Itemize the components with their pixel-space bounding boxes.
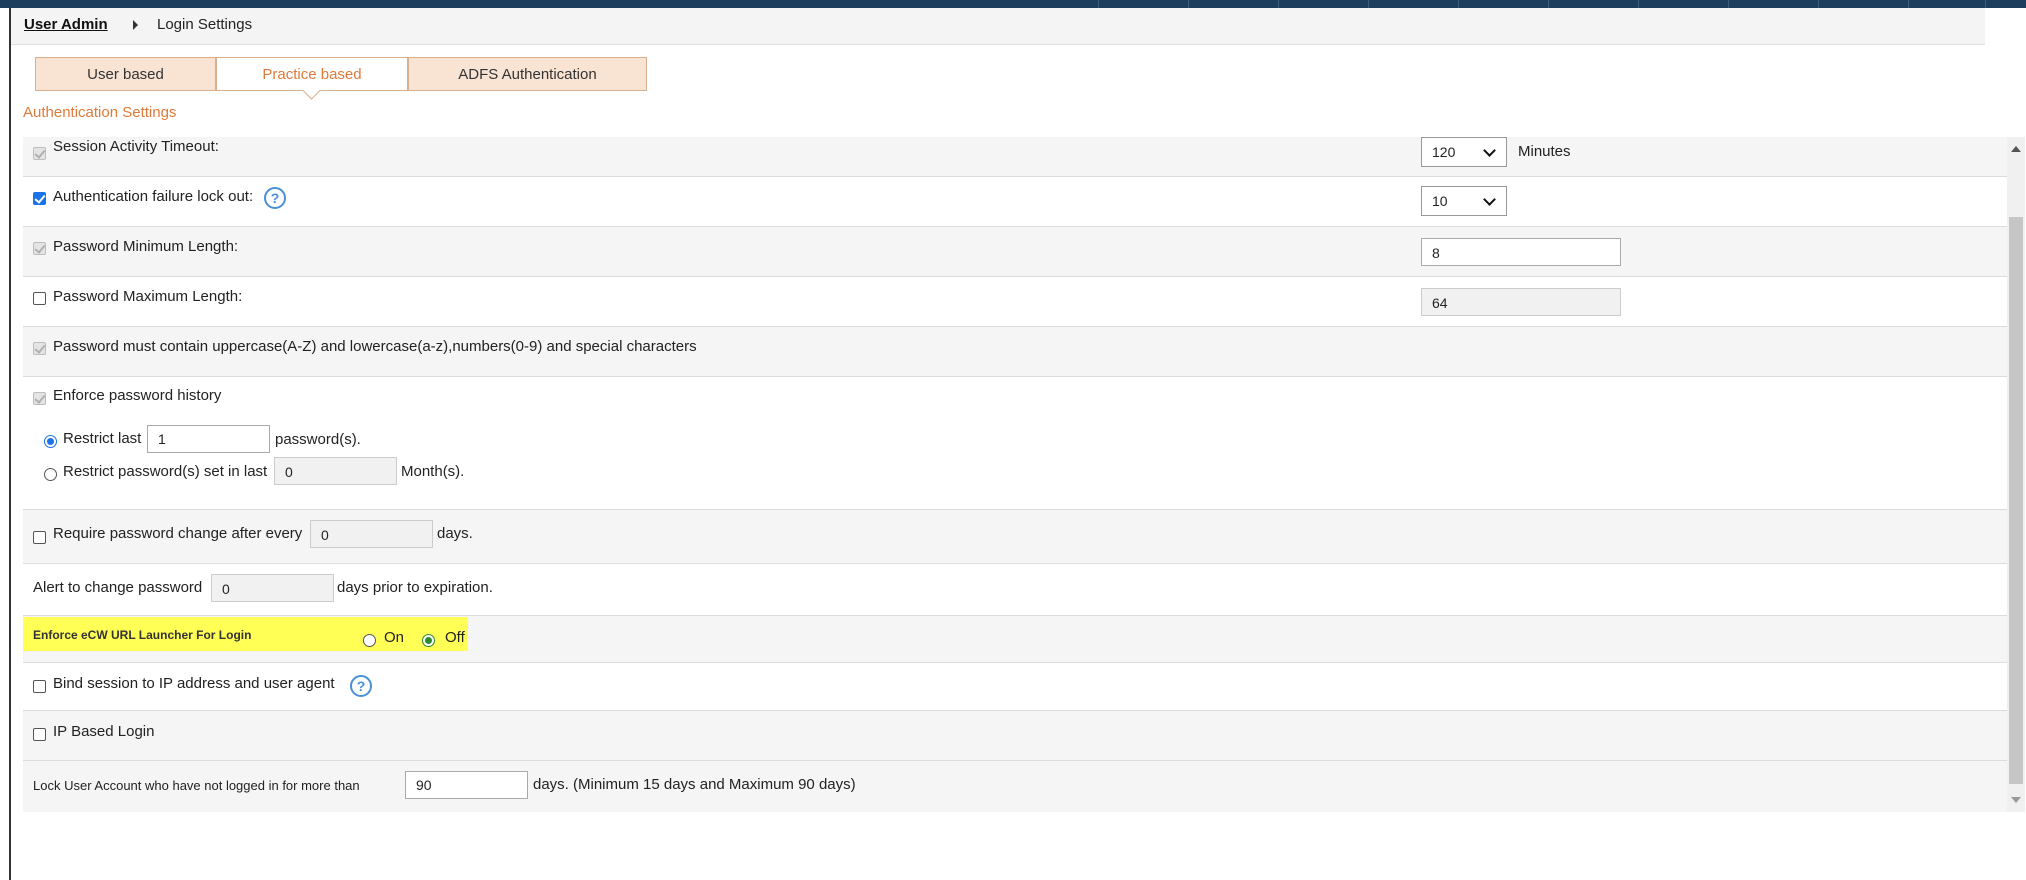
breadcrumb-user-admin-link[interactable]: User Admin	[24, 16, 108, 33]
restrict-months-input[interactable]: 0	[274, 457, 397, 485]
password-max-length-label: Password Maximum Length:	[53, 288, 243, 305]
help-icon[interactable]: ?	[350, 675, 372, 697]
password-min-length-checkbox[interactable]	[33, 242, 46, 255]
url-launcher-on-radio[interactable]	[363, 634, 376, 647]
session-timeout-checkbox[interactable]	[33, 147, 46, 160]
password-min-length-input[interactable]: 8	[1421, 238, 1621, 266]
tab-bar: User based Practice based ADFS Authentic…	[35, 57, 647, 93]
bind-session-checkbox[interactable]	[33, 680, 46, 693]
password-min-length-label: Password Minimum Length:	[53, 238, 239, 255]
url-launcher-label: Enforce eCW URL Launcher For Login	[33, 628, 252, 642]
lock-account-input[interactable]: 90	[405, 771, 528, 799]
restrict-last-label: Restrict last	[63, 430, 142, 447]
ip-login-label: IP Based Login	[53, 723, 155, 740]
tab-user-based[interactable]: User based	[35, 57, 216, 91]
scroll-up-icon[interactable]	[2011, 146, 2021, 152]
chevron-down-icon	[1483, 193, 1496, 206]
settings-panel: Session Activity Timeout: 120 Minutes Au…	[23, 137, 2007, 812]
password-alert-suffix: days prior to expiration.	[337, 579, 493, 596]
url-launcher-off-radio[interactable]	[422, 634, 435, 647]
restrict-months-suffix: Month(s).	[401, 463, 465, 480]
row-bind-session: Bind session to IP address and user agen…	[23, 663, 2007, 711]
auth-lockout-value: 10	[1432, 193, 1448, 209]
password-alert-label: Alert to change password	[33, 579, 203, 596]
lock-account-suffix: days. (Minimum 15 days and Maximum 90 da…	[533, 776, 856, 793]
bind-session-label: Bind session to IP address and user agen…	[53, 675, 335, 692]
ip-login-checkbox[interactable]	[33, 728, 46, 741]
session-timeout-label: Session Activity Timeout:	[53, 138, 219, 155]
section-title: Authentication Settings	[23, 104, 177, 121]
restrict-last-radio[interactable]	[44, 435, 57, 448]
password-change-suffix: days.	[437, 525, 473, 542]
tab-practice-based[interactable]: Practice based	[216, 57, 408, 91]
row-password-change: Require password change after every 0 da…	[23, 510, 2007, 564]
row-url-launcher: Enforce eCW URL Launcher For Login On Of…	[23, 616, 2007, 663]
password-alert-input[interactable]: 0	[211, 574, 334, 602]
restrict-last-input[interactable]: 1	[147, 425, 270, 453]
row-session-timeout: Session Activity Timeout: 120 Minutes	[23, 137, 2007, 177]
restrict-last-suffix: password(s).	[275, 431, 361, 448]
auth-lockout-label: Authentication failure lock out:	[53, 188, 254, 205]
row-ip-login: IP Based Login	[23, 711, 2007, 761]
session-timeout-select[interactable]: 120	[1421, 137, 1507, 167]
restrict-months-radio[interactable]	[44, 468, 57, 481]
session-timeout-value: 120	[1432, 144, 1456, 160]
help-icon[interactable]: ?	[264, 187, 286, 209]
row-password-min-length: Password Minimum Length: 8	[23, 227, 2007, 277]
breadcrumb: User Admin Login Settings	[11, 8, 1985, 45]
password-history-label: Enforce password history	[53, 387, 222, 404]
password-complexity-checkbox[interactable]	[33, 342, 46, 355]
row-password-max-length: Password Maximum Length: 64	[23, 277, 2007, 327]
session-timeout-unit: Minutes	[1518, 143, 1571, 160]
url-launcher-off-label: Off	[445, 629, 465, 646]
breadcrumb-separator-icon	[133, 20, 138, 30]
row-password-alert: Alert to change password 0 days prior to…	[23, 564, 2007, 616]
password-max-length-input[interactable]: 64	[1421, 288, 1621, 316]
row-lock-account: Lock User Account who have not logged in…	[23, 761, 2007, 812]
row-password-history: Enforce password history Restrict last 1…	[23, 377, 2007, 510]
tab-adfs-authentication[interactable]: ADFS Authentication	[408, 57, 647, 91]
left-border	[9, 8, 11, 880]
auth-lockout-select[interactable]: 10	[1421, 186, 1507, 216]
password-change-input[interactable]: 0	[310, 520, 433, 548]
password-history-checkbox[interactable]	[33, 392, 46, 405]
password-change-checkbox[interactable]	[33, 531, 46, 544]
lock-account-label: Lock User Account who have not logged in…	[33, 778, 360, 793]
scrollbar-thumb[interactable]	[2009, 217, 2023, 784]
chevron-down-icon	[1483, 144, 1496, 157]
top-bar	[0, 0, 2026, 8]
password-change-label: Require password change after every	[53, 525, 303, 542]
password-complexity-label: Password must contain uppercase(A-Z) and…	[53, 338, 697, 355]
scroll-down-icon[interactable]	[2011, 797, 2021, 803]
row-auth-lockout: Authentication failure lock out: ? 10	[23, 177, 2007, 227]
breadcrumb-current: Login Settings	[157, 16, 253, 33]
password-max-length-checkbox[interactable]	[33, 292, 46, 305]
row-password-complexity: Password must contain uppercase(A-Z) and…	[23, 327, 2007, 377]
url-launcher-on-label: On	[384, 629, 405, 646]
auth-lockout-checkbox[interactable]	[33, 192, 46, 205]
restrict-months-label: Restrict password(s) set in last	[63, 463, 268, 480]
